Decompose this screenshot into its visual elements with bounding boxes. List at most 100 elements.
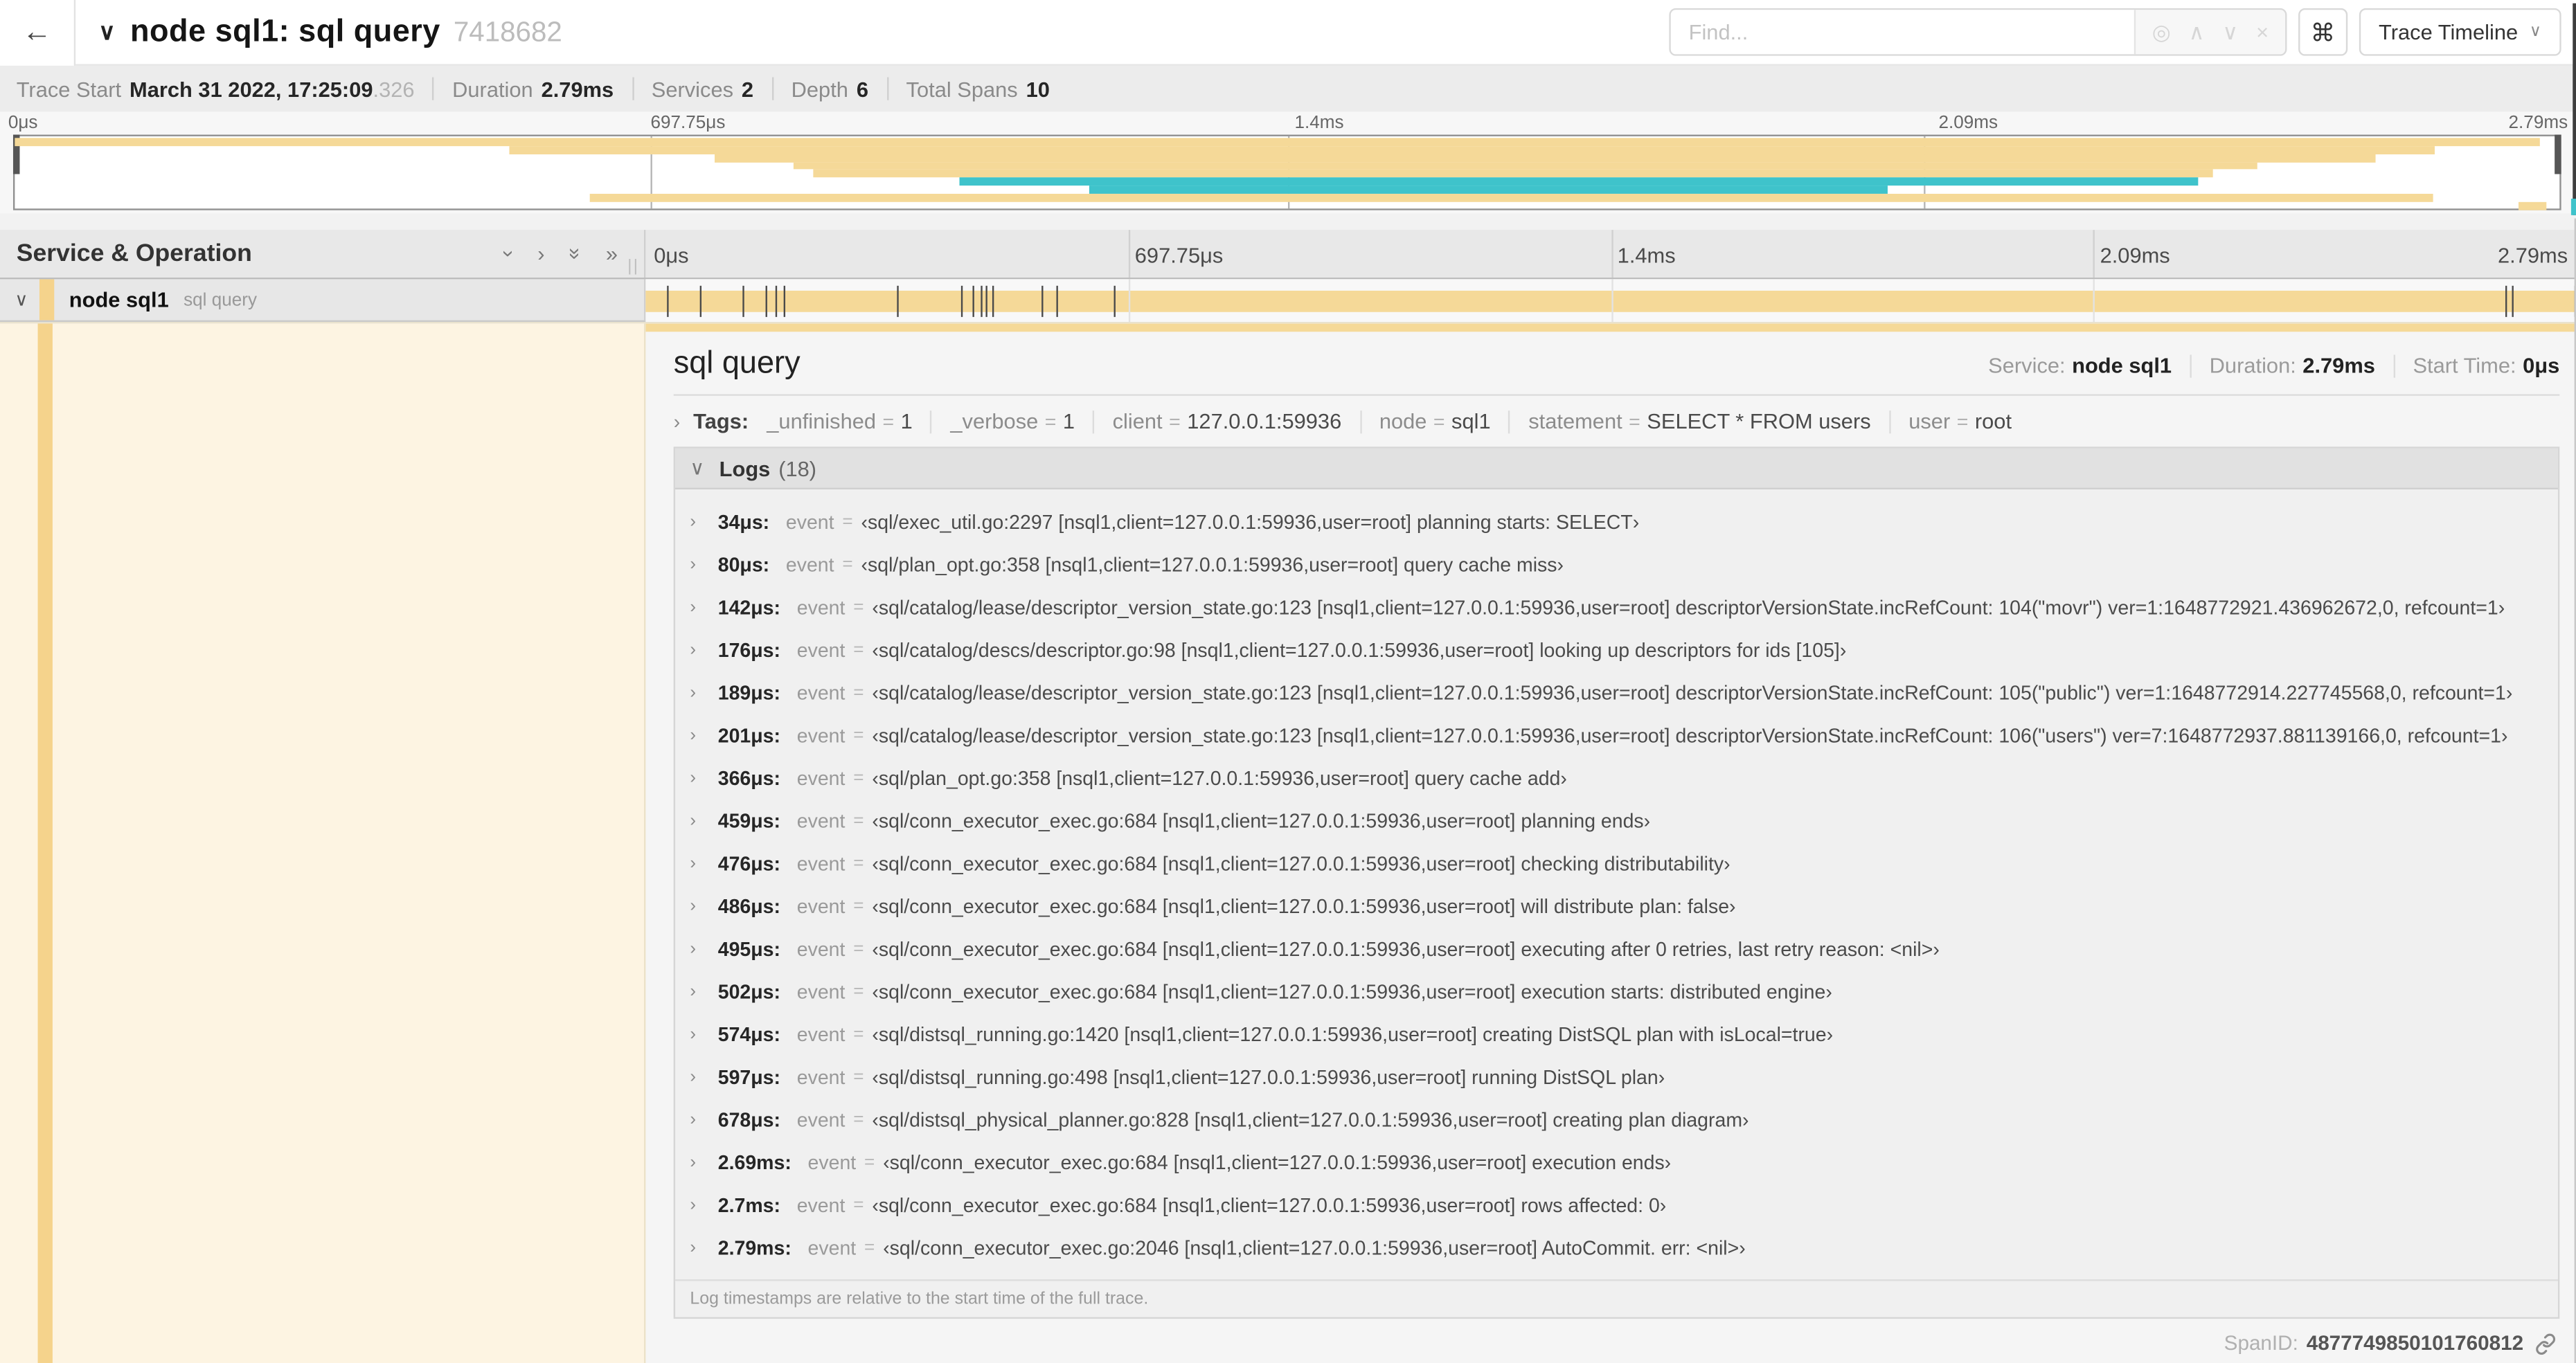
logs-section: ∨ Logs (18) › 34μs: event = ‹sql/exec_util.g… xyxy=(673,446,2560,1319)
log-row[interactable]: › 486μs: event = ‹sql/conn_executor_exec.go:… xyxy=(675,885,2558,928)
span-row[interactable]: ∨ node sql1 sql query xyxy=(0,279,2576,324)
log-row[interactable]: › 80μs: event = ‹sql/plan_opt.go:358 [nsql1,… xyxy=(675,543,2558,586)
span-detail-area: sql query Service: node sql1 Duration: 2… xyxy=(0,323,2576,1363)
minimap-span-bar xyxy=(2519,201,2547,210)
ruler-tick-label: 2.79ms xyxy=(2508,113,2568,134)
find-input[interactable] xyxy=(1670,10,2134,55)
chevron-right-icon[interactable]: › xyxy=(690,640,711,660)
chevron-down-icon[interactable]: ∨ xyxy=(98,18,115,46)
log-row[interactable]: › 459μs: event = ‹sql/conn_executor_exec.go:… xyxy=(675,800,2558,842)
divider xyxy=(2190,354,2192,377)
expand-all-icon[interactable]: » xyxy=(606,243,618,264)
find-icon-group: ◎ ∧ ∨ × xyxy=(2134,10,2285,55)
trace-start-value: March 31 2022, 17:25:09 xyxy=(129,76,373,101)
log-marker-tick xyxy=(1041,285,1043,317)
chevron-right-icon[interactable]: › xyxy=(690,811,711,831)
total-spans-value: 10 xyxy=(1026,76,1050,101)
keyboard-shortcuts-button[interactable]: ⌘ xyxy=(2298,8,2347,56)
span-row-track[interactable] xyxy=(645,279,2576,323)
equals-sign: = xyxy=(853,640,864,660)
log-field-name: event xyxy=(796,724,846,748)
column-resize-handle[interactable]: || xyxy=(627,258,639,276)
minimap-canvas[interactable] xyxy=(12,134,2561,210)
chevron-down-icon[interactable]: ∨ xyxy=(690,457,704,480)
log-row[interactable]: › 2.69ms: event = ‹sql/conn_executor_exec.go… xyxy=(675,1141,2558,1184)
ruler-tick-label: 697.75μs xyxy=(1134,243,1224,268)
log-row[interactable]: › 502μs: event = ‹sql/conn_executor_exec.go:… xyxy=(675,971,2558,1013)
chevron-right-icon[interactable]: › xyxy=(674,410,680,433)
log-row[interactable]: › 597μs: event = ‹sql/distsql_running.go:498… xyxy=(675,1056,2558,1099)
chevron-right-icon[interactable]: › xyxy=(690,854,711,874)
log-field-name: event xyxy=(796,852,846,876)
log-timestamp: 486μs: xyxy=(717,894,781,919)
chevron-down-icon[interactable]: ∨ xyxy=(15,289,28,310)
chevron-right-icon[interactable]: › xyxy=(690,1195,711,1215)
grid-line xyxy=(1611,230,1613,278)
chevron-right-icon[interactable]: › xyxy=(690,1238,711,1258)
expand-one-icon[interactable]: › xyxy=(537,243,544,264)
log-message: ‹sql/plan_opt.go:358 [nsql1,client=127.0… xyxy=(872,766,1567,791)
log-row[interactable]: › 476μs: event = ‹sql/conn_executor_exec.go:… xyxy=(675,842,2558,885)
chevron-right-icon[interactable]: › xyxy=(690,768,711,788)
log-row[interactable]: › 201μs: event = ‹sql/catalog/lease/descript… xyxy=(675,714,2558,757)
scrollbar-thumb[interactable] xyxy=(2573,3,2576,215)
chevron-right-icon[interactable]: › xyxy=(690,1067,711,1087)
log-field-name: event xyxy=(796,1023,846,1047)
ruler-tick-label: 0μs xyxy=(8,113,38,134)
log-row[interactable]: › 495μs: event = ‹sql/conn_executor_exec.go:… xyxy=(675,928,2558,971)
grid-line xyxy=(2093,279,2095,323)
log-message: ‹sql/catalog/lease/descriptor_version_st… xyxy=(872,681,2513,705)
log-field-name: event xyxy=(796,638,846,662)
log-field-name: event xyxy=(796,766,846,791)
logs-header[interactable]: ∨ Logs (18) xyxy=(675,448,2558,489)
log-row[interactable]: › 189μs: event = ‹sql/catalog/lease/descript… xyxy=(675,671,2558,714)
tag-key: _verbose xyxy=(950,408,1039,434)
view-select-button[interactable]: Trace Timeline ∨ xyxy=(2359,8,2561,56)
back-button[interactable]: ← xyxy=(0,0,76,65)
chevron-right-icon[interactable]: › xyxy=(690,726,711,746)
locate-icon[interactable]: ◎ xyxy=(2152,21,2171,43)
service-operation-header: Service & Operation › › » » xyxy=(0,230,646,278)
view-select-label: Trace Timeline xyxy=(2379,19,2519,45)
log-row[interactable]: › 142μs: event = ‹sql/catalog/lease/descript… xyxy=(675,586,2558,629)
deep-link-icon[interactable] xyxy=(2535,1333,2557,1354)
collapse-all-icon[interactable]: » xyxy=(563,248,588,260)
clear-search-icon[interactable]: × xyxy=(2256,21,2269,43)
minimap-right-handle[interactable] xyxy=(2555,134,2561,174)
span-row-label[interactable]: ∨ node sql1 sql query xyxy=(0,279,646,323)
log-row[interactable]: › 678μs: event = ‹sql/distsql_physical_plann… xyxy=(675,1099,2558,1141)
chevron-right-icon[interactable]: › xyxy=(690,512,711,532)
tag-value: 127.0.0.1:59936 xyxy=(1187,408,1342,434)
log-timestamp: 678μs: xyxy=(717,1108,781,1132)
chevron-right-icon[interactable]: › xyxy=(690,1024,711,1044)
next-result-icon[interactable]: ∨ xyxy=(2222,21,2238,43)
log-row[interactable]: › 2.7ms: event = ‹sql/conn_executor_exec.go:… xyxy=(675,1184,2558,1227)
log-field-name: event xyxy=(807,1151,857,1175)
chevron-right-icon[interactable]: › xyxy=(690,896,711,916)
log-row[interactable]: › 574μs: event = ‹sql/distsql_running.go:142… xyxy=(675,1013,2558,1056)
chevron-right-icon[interactable]: › xyxy=(690,555,711,575)
log-row[interactable]: › 34μs: event = ‹sql/exec_util.go:2297 [nsql… xyxy=(675,501,2558,544)
ruler-tick-label: 697.75μs xyxy=(650,113,726,134)
chevron-right-icon[interactable]: › xyxy=(690,1110,711,1130)
equals-sign: = xyxy=(853,811,864,831)
chevron-right-icon[interactable]: › xyxy=(690,982,711,1002)
divider xyxy=(771,77,773,100)
equals-sign: = xyxy=(842,554,853,575)
tag-value: sql1 xyxy=(1451,408,1491,434)
log-row[interactable]: › 366μs: event = ‹sql/plan_opt.go:358 [nsql1… xyxy=(675,757,2558,800)
tags-row[interactable]: › Tags: _unfinished = 1 _verbose = 1 client = 12… xyxy=(645,396,2576,447)
chevron-right-icon[interactable]: › xyxy=(690,939,711,959)
collapse-controls: › › » » xyxy=(497,243,644,264)
log-row[interactable]: › 2.79ms: event = ‹sql/conn_executor_exec.go… xyxy=(675,1227,2558,1270)
chevron-right-icon[interactable]: › xyxy=(690,683,711,703)
prev-result-icon[interactable]: ∧ xyxy=(2189,21,2205,43)
chevron-right-icon[interactable]: › xyxy=(690,598,711,617)
collapse-one-icon[interactable]: › xyxy=(497,250,522,257)
duration-label: Duration xyxy=(452,76,533,101)
divider xyxy=(1888,409,1891,433)
chevron-right-icon[interactable]: › xyxy=(690,1153,711,1172)
log-message: ‹sql/conn_executor_exec.go:684 [nsql1,cl… xyxy=(872,1193,1667,1217)
log-row[interactable]: › 176μs: event = ‹sql/catalog/descs/descript… xyxy=(675,629,2558,672)
log-message: ‹sql/conn_executor_exec.go:684 [nsql1,cl… xyxy=(872,852,1730,876)
